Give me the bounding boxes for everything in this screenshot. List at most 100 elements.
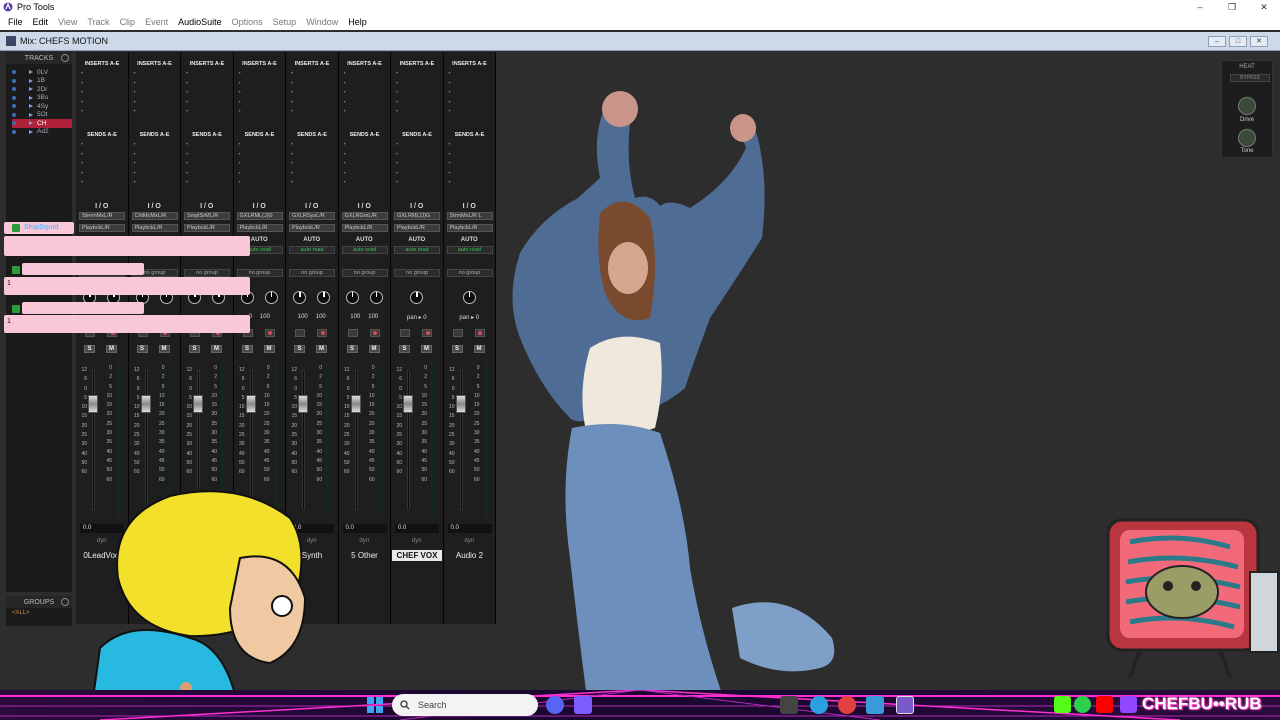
maximize-icon[interactable]: ❐ [1216, 0, 1248, 14]
solo-button[interactable]: S [346, 345, 358, 353]
insert-slot[interactable]: • [396, 89, 398, 99]
insert-slot[interactable]: • [134, 80, 136, 90]
pan-right-knob[interactable] [369, 291, 383, 304]
send-slot[interactable]: • [239, 170, 241, 180]
pro-tools-taskbar-icon[interactable] [896, 696, 914, 714]
automation-mode-selector[interactable]: auto read [289, 246, 335, 254]
send-slot[interactable]: • [81, 151, 83, 161]
app-icon[interactable] [780, 696, 798, 714]
mute-button[interactable]: M [211, 345, 222, 353]
send-slot[interactable]: • [186, 141, 188, 151]
record-enable-button[interactable] [264, 329, 275, 337]
input-monitor-button[interactable] [452, 329, 463, 337]
automation-mode-selector[interactable]: auto read [446, 246, 493, 254]
insert-slot[interactable]: • [239, 99, 241, 109]
output-selector[interactable]: PlaybckL/R [394, 224, 440, 232]
insert-slot[interactable]: • [81, 108, 83, 118]
insert-slot[interactable]: • [396, 108, 398, 118]
insert-slot[interactable]: • [239, 80, 241, 90]
menu-options[interactable]: Options [227, 14, 268, 30]
volume-readout[interactable]: 0.0 [395, 524, 439, 533]
output-selector[interactable]: PlaybckL/R [184, 224, 230, 232]
mute-button[interactable]: M [106, 345, 117, 353]
group-selector[interactable]: no group [446, 269, 493, 277]
insert-slot[interactable]: • [449, 99, 451, 109]
track-name[interactable]: CHEF VOX [392, 550, 442, 561]
drive-knob[interactable] [1238, 97, 1256, 115]
notepad-icon[interactable] [866, 696, 884, 714]
insert-slot[interactable]: • [81, 99, 83, 109]
input-selector[interactable]: GXLRSysL/R [289, 212, 335, 220]
send-slot[interactable]: • [344, 170, 346, 180]
send-slot[interactable]: • [291, 179, 293, 189]
tracks-menu-icon[interactable] [61, 54, 69, 62]
mix-minimize-icon[interactable]: – [1208, 36, 1226, 47]
record-enable-button[interactable] [422, 329, 432, 337]
send-slot[interactable]: • [134, 160, 136, 170]
mute-button[interactable]: M [473, 345, 485, 353]
insert-slot[interactable]: • [134, 108, 136, 118]
input-selector[interactable]: GXLRML(J)G [236, 212, 283, 220]
record-enable-button[interactable] [369, 329, 380, 337]
input-selector[interactable]: SmplSrML/R [184, 212, 230, 220]
send-slot[interactable]: • [134, 179, 136, 189]
groups-menu-icon[interactable] [61, 598, 69, 606]
menu-event[interactable]: Event [140, 14, 173, 30]
solo-button[interactable]: S [294, 345, 305, 353]
insert-slot[interactable]: • [396, 70, 398, 80]
insert-slot[interactable]: • [291, 89, 293, 99]
send-slot[interactable]: • [344, 160, 346, 170]
menu-window[interactable]: Window [301, 14, 343, 30]
volume-readout[interactable]: 0.0 [342, 524, 387, 533]
solo-button[interactable]: S [241, 345, 253, 353]
insert-slot[interactable]: • [344, 89, 346, 99]
output-selector[interactable]: PlaybckL/R [131, 224, 178, 232]
group-selector[interactable]: no group [236, 269, 283, 277]
output-selector[interactable]: PlaybckL/R [341, 224, 388, 232]
track-list-item[interactable]: Ad2 [12, 128, 72, 137]
tone-knob[interactable] [1238, 129, 1256, 147]
menu-track[interactable]: Track [82, 14, 114, 30]
track-list-item[interactable]: 2Dr [12, 85, 72, 94]
insert-slot[interactable]: • [449, 89, 451, 99]
send-slot[interactable]: • [239, 141, 241, 151]
menu-view[interactable]: View [53, 14, 82, 30]
send-slot[interactable]: • [396, 151, 398, 161]
send-slot[interactable]: • [291, 141, 293, 151]
solo-button[interactable]: S [399, 345, 410, 353]
send-slot[interactable]: • [344, 151, 346, 161]
menu-clip[interactable]: Clip [115, 14, 141, 30]
output-selector[interactable]: PlaybckL/R [446, 224, 493, 232]
insert-slot[interactable]: • [344, 99, 346, 109]
send-slot[interactable]: • [239, 151, 241, 161]
close-icon[interactable]: ✕ [1248, 0, 1280, 14]
track-list-item[interactable]: CH [12, 119, 72, 128]
track-visibility-icon[interactable] [12, 70, 16, 75]
solo-button[interactable]: S [451, 345, 463, 353]
mix-maximize-icon[interactable]: □ [1229, 36, 1247, 47]
send-slot[interactable]: • [449, 160, 451, 170]
track-visibility-icon[interactable] [12, 104, 16, 109]
track-name[interactable]: Audio 2 [445, 550, 495, 561]
insert-slot[interactable]: • [134, 99, 136, 109]
mix-close-icon[interactable]: ✕ [1250, 36, 1268, 47]
track-list-item[interactable]: 4Sy [12, 102, 72, 111]
record-enable-button[interactable] [317, 329, 327, 337]
send-slot[interactable]: • [186, 160, 188, 170]
group-selector[interactable]: no group [184, 269, 230, 277]
volume-fader[interactable] [193, 395, 203, 413]
chrome-icon[interactable] [810, 696, 828, 714]
pan-knob[interactable] [410, 291, 423, 304]
send-slot[interactable]: • [186, 179, 188, 189]
insert-slot[interactable]: • [186, 108, 188, 118]
track-visibility-icon[interactable] [12, 129, 16, 134]
send-slot[interactable]: • [81, 141, 83, 151]
track-list-item[interactable]: 5Ot [12, 111, 72, 120]
menu-audiosuite[interactable]: AudioSuite [173, 14, 227, 30]
insert-slot[interactable]: • [291, 108, 293, 118]
group-selector[interactable]: no group [289, 269, 335, 277]
input-monitor-button[interactable] [295, 329, 305, 337]
input-selector[interactable]: GXLRGmL/R [341, 212, 388, 220]
track-list-item[interactable]: 3Bs [12, 94, 72, 103]
pan-left-knob[interactable] [293, 291, 306, 304]
